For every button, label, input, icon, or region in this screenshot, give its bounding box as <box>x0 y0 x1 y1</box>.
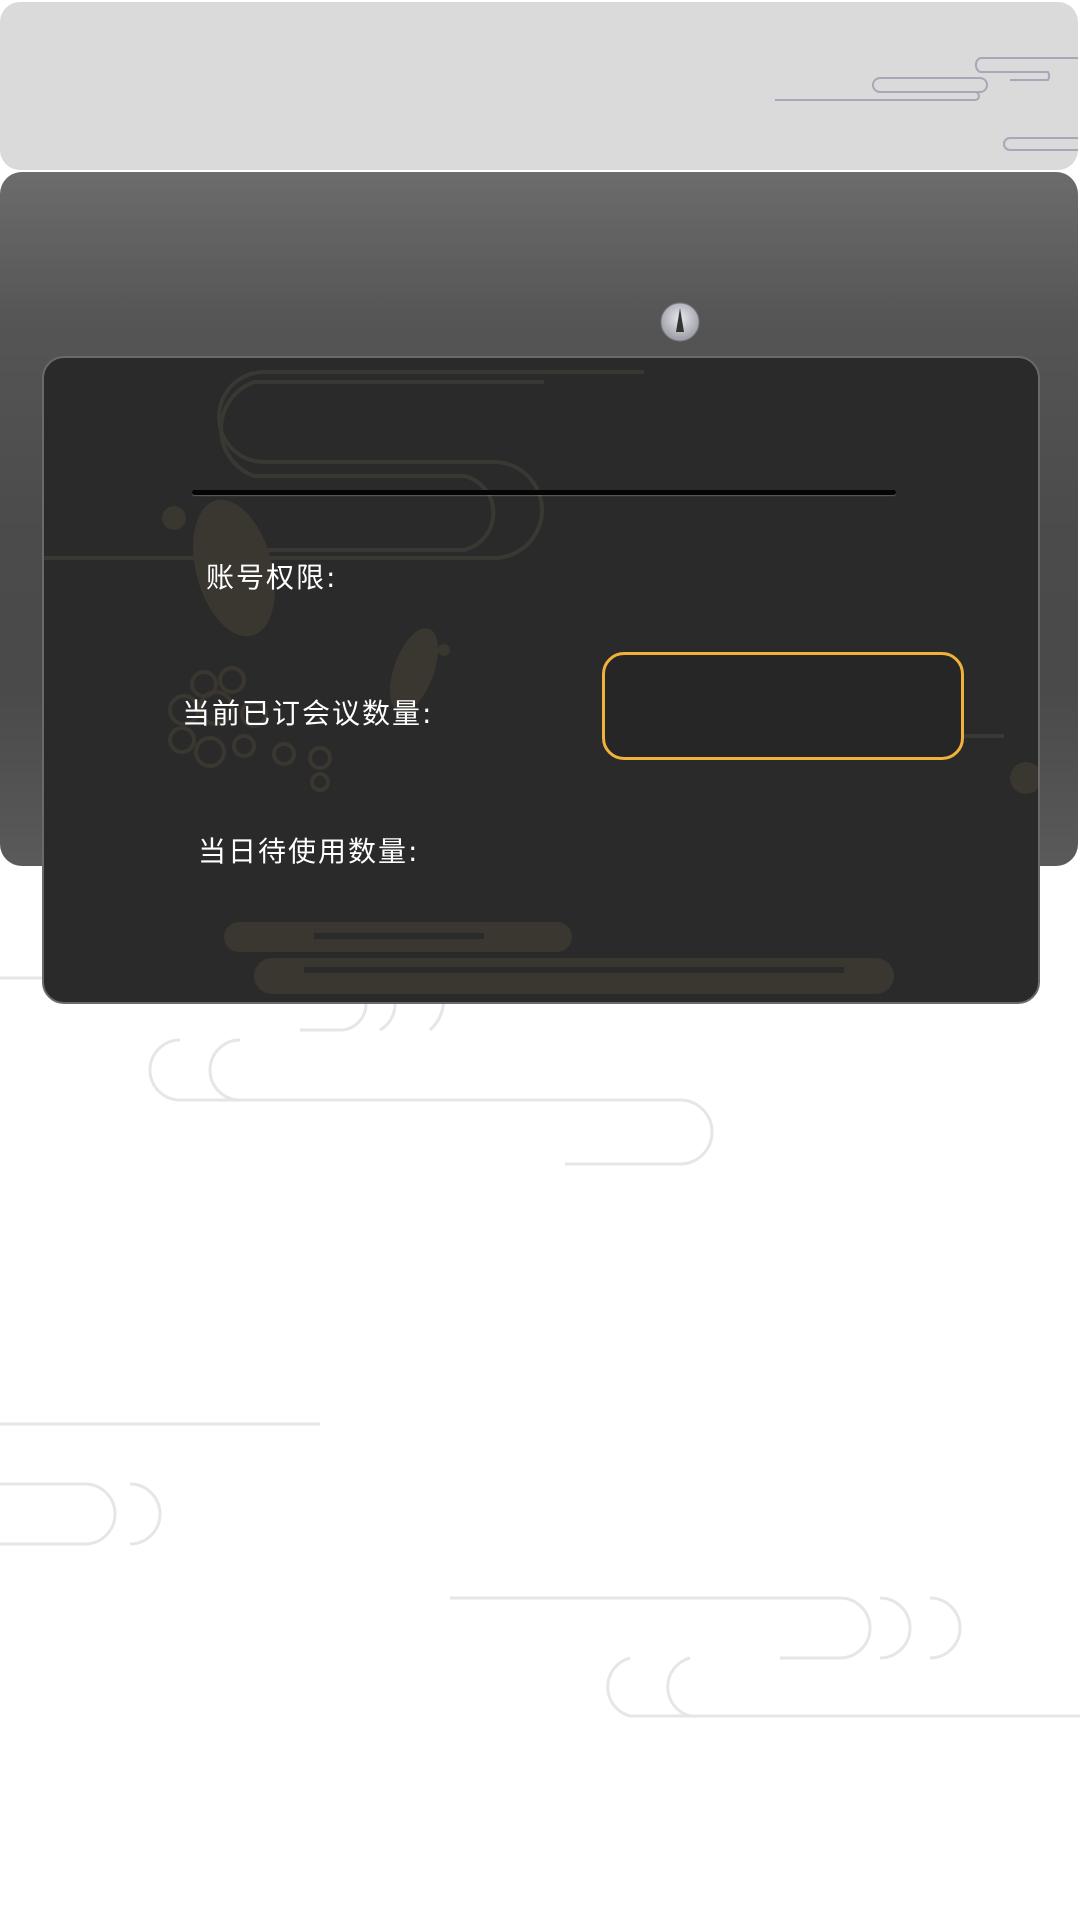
booked-meetings-count-box[interactable] <box>602 652 964 760</box>
booked-meetings-label: 当前已订会议数量: <box>182 697 434 730</box>
account-permission-label: 账号权限: <box>206 561 338 594</box>
account-info-card: 账号权限: 当前已订会议数量: 当日待使用数量: <box>42 356 1040 1004</box>
cloud-ornament-icon <box>775 57 1078 151</box>
today-pending-label: 当日待使用数量: <box>198 835 420 868</box>
title-divider <box>192 490 896 495</box>
compass-icon <box>660 302 700 342</box>
top-banner <box>0 2 1078 170</box>
